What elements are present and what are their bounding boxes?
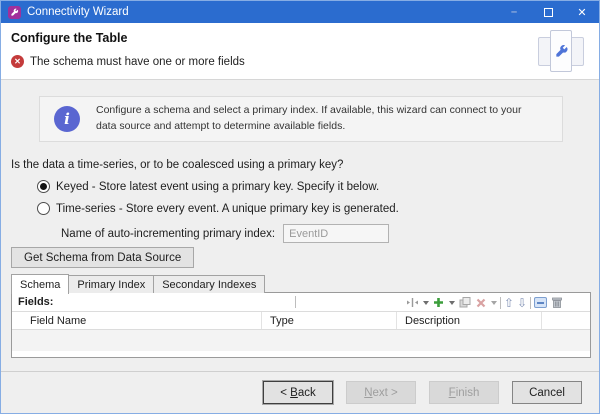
timeseries-radio-button[interactable] <box>37 202 50 215</box>
radio-option-timeseries[interactable]: Time-series - Store every event. A uniqu… <box>37 202 399 215</box>
add-field-icon[interactable] <box>432 295 445 311</box>
window-title: Connectivity Wizard <box>27 6 129 18</box>
titlebar: Connectivity Wizard – ✕ <box>1 1 599 23</box>
error-row: ✕ The schema must have one or more field… <box>11 55 245 68</box>
keyed-radio-label: Keyed - Store latest event using a prima… <box>56 181 379 193</box>
info-banner: i Configure a schema and select a primar… <box>39 96 563 142</box>
primary-index-row: Name of auto-incrementing primary index: <box>61 224 389 243</box>
wizard-button-bar: < Back Next > Finish Cancel <box>1 371 599 413</box>
remove-field-icon <box>475 295 487 311</box>
radio-option-keyed[interactable]: Keyed - Store latest event using a prima… <box>37 180 379 193</box>
move-up-icon[interactable]: ⇧ <box>504 295 514 311</box>
column-header-type[interactable]: Type <box>262 312 397 329</box>
delete-all-icon[interactable] <box>550 295 564 311</box>
fields-table-header: Field Name Type Description <box>12 312 590 330</box>
keyed-radio-button[interactable] <box>37 180 50 193</box>
info-text: Configure a schema and select a primary … <box>96 103 562 135</box>
remove-field-menu-caret <box>491 301 497 305</box>
finish-button: Finish <box>429 381 499 404</box>
question-label: Is the data a time-series, or to be coal… <box>11 159 343 171</box>
minimize-icon: – <box>497 1 531 23</box>
connectivity-wizard-dialog: Connectivity Wizard – ✕ Configure the Ta… <box>0 0 600 414</box>
next-button: Next > <box>346 381 416 404</box>
app-wrench-icon <box>10 8 19 17</box>
column-header-description[interactable]: Description <box>397 312 542 329</box>
cancel-button[interactable]: Cancel <box>512 381 582 404</box>
wizard-page-icon <box>535 28 587 75</box>
back-button[interactable]: < Back <box>263 381 333 404</box>
column-header-field-name[interactable]: Field Name <box>12 312 262 329</box>
error-icon: ✕ <box>11 55 24 68</box>
timeseries-radio-label: Time-series - Store every event. A uniqu… <box>56 203 399 215</box>
fields-toolbar-icons: ⇧ ⇩ <box>406 293 564 312</box>
tab-schema[interactable]: Schema <box>11 274 69 294</box>
fields-label: Fields: <box>12 296 53 308</box>
get-schema-button[interactable]: Get Schema from Data Source <box>11 247 194 268</box>
collapse-all-icon[interactable] <box>534 295 547 311</box>
app-icon <box>8 6 21 19</box>
wizard-header: Configure the Table ✕ The schema must ha… <box>1 23 599 80</box>
toolbar-separator <box>295 296 296 308</box>
maximize-icon[interactable] <box>531 1 565 23</box>
move-down-icon[interactable]: ⇩ <box>517 295 527 311</box>
tab-secondary-indexes[interactable]: Secondary Indexes <box>153 275 265 293</box>
wrench-icon <box>554 44 569 59</box>
insert-field-menu-caret[interactable] <box>423 301 429 305</box>
page-title: Configure the Table <box>11 31 127 45</box>
tab-primary-index[interactable]: Primary Index <box>68 275 154 293</box>
duplicate-field-icon <box>458 295 472 311</box>
info-icon: i <box>54 106 80 132</box>
fields-panel: Fields: <box>11 292 591 358</box>
primary-index-label: Name of auto-incrementing primary index: <box>61 228 275 240</box>
schema-tabbar: Schema Primary Index Secondary Indexes <box>11 273 264 293</box>
primary-index-input <box>283 224 389 243</box>
add-field-menu-caret[interactable] <box>449 301 455 305</box>
fields-table-empty-area[interactable] <box>12 330 590 351</box>
close-icon[interactable]: ✕ <box>565 1 599 23</box>
fields-table-body <box>12 351 590 357</box>
window-controls: – ✕ <box>497 1 599 23</box>
error-message: The schema must have one or more fields <box>30 56 245 68</box>
insert-field-icon[interactable] <box>406 295 419 311</box>
column-header-spacer <box>542 312 590 329</box>
fields-toolbar: Fields: <box>12 293 590 312</box>
